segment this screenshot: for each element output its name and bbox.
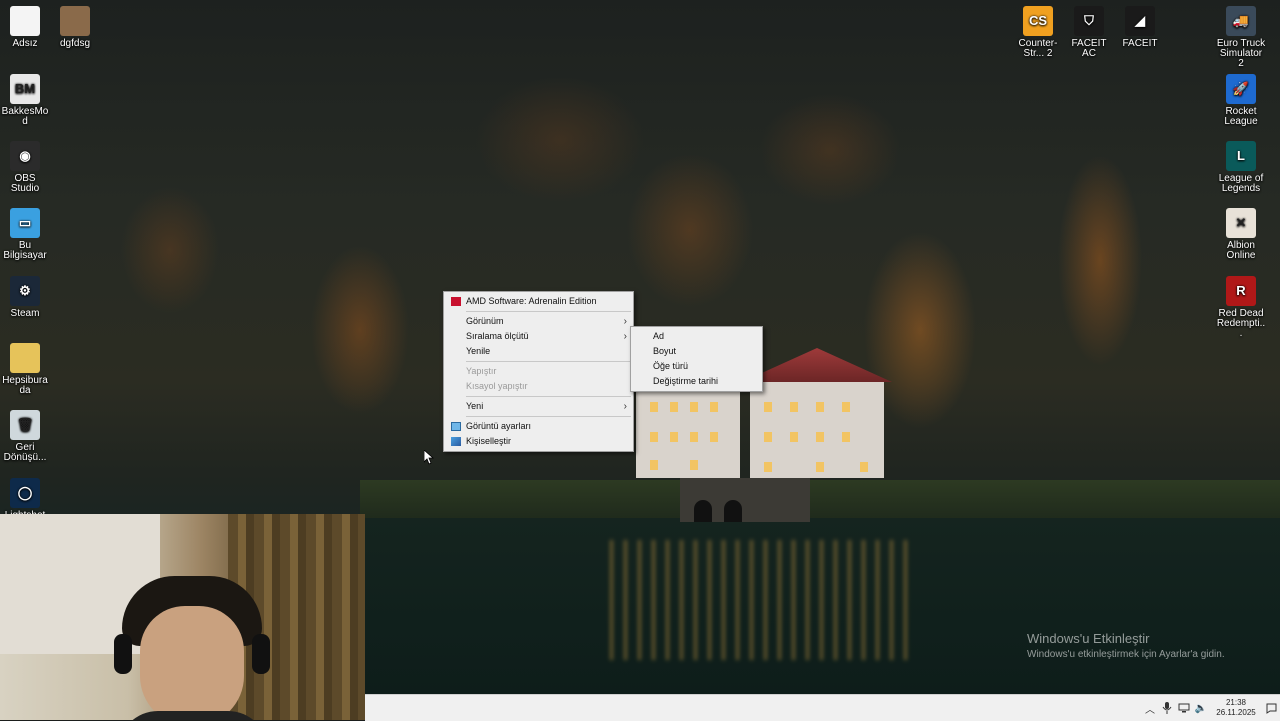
desktop-icon-faceit[interactable]: ◢ FACEIT (1115, 6, 1165, 49)
menu-item-paste[interactable]: Yapıştır (444, 364, 633, 379)
clock-time: 21:38 (1225, 698, 1247, 707)
obs-icon: ◉ (10, 141, 40, 171)
desktop-icon-albion-online[interactable]: ✕ Albion Online (1216, 208, 1266, 261)
menu-item-display-settings[interactable]: Görüntü ayarları (444, 419, 633, 434)
desktop-icon-label: Hepsiburada (2, 375, 48, 396)
clock-date: 26.11.2025 (1216, 708, 1256, 717)
desktop-icon-steam[interactable]: ⚙ Steam (0, 276, 50, 319)
desktop-icon-red-dead-redempti[interactable]: R Red Dead Redempti... (1216, 276, 1266, 339)
desktop-icon-rocket-league[interactable]: 🚀 Rocket League (1216, 74, 1266, 127)
desktop-icon-label: Steam (10, 308, 40, 319)
desktop-icon-label: Geri Dönüşü... (3, 442, 47, 463)
wallpaper-bridge (680, 478, 810, 522)
microphone-icon[interactable] (1159, 700, 1175, 716)
menu-item-sort-by[interactable]: Sıralama ölçütü › (444, 329, 633, 344)
menu-item-refresh[interactable]: Yenile (444, 344, 633, 359)
desktop-icon-label: Albion Online (1226, 240, 1256, 261)
webcam-person (114, 576, 270, 720)
amd-icon (451, 297, 461, 306)
document-icon (10, 6, 40, 36)
desktop-icon-label: League of Legends (1218, 173, 1264, 194)
app-icon: ◯ (10, 478, 40, 508)
wallpaper-reflection (610, 540, 910, 660)
menu-separator (466, 311, 631, 312)
activation-watermark-title: Windows'u Etkinleştir (1027, 631, 1150, 646)
menu-separator (466, 396, 631, 397)
desktop-icon-geri-d-n[interactable]: 🗑 Geri Dönüşü... (0, 410, 50, 463)
red-dead-icon: R (1226, 276, 1256, 306)
chevron-right-icon: › (623, 331, 627, 342)
bakkesmod-icon: BM (10, 74, 40, 104)
volume-icon[interactable]: 🔈 (1193, 700, 1209, 716)
desktop-icon-label: Rocket League (1224, 106, 1258, 127)
faceit-ac-icon: ⛉ (1074, 6, 1104, 36)
desktop-icon-label: Euro Truck Simulator 2 (1216, 38, 1266, 69)
menu-item-new[interactable]: Yeni › (444, 399, 633, 414)
submenu-item-size[interactable]: Boyut (631, 344, 762, 359)
sort-by-submenu: Ad Boyut Öğe türü Değiştirme tarihi (630, 326, 763, 392)
menu-item-paste-shortcut[interactable]: Kısayol yapıştır (444, 379, 633, 394)
desktop-context-menu: AMD Software: Adrenalin Edition Görünüm … (443, 291, 634, 452)
mouse-cursor-icon (424, 450, 434, 465)
notification-center-icon[interactable] (1262, 695, 1280, 721)
taskbar: ︿ 🔈 21:38 26.11.2025 (365, 694, 1280, 721)
activation-watermark-subtitle: Windows'u etkinleştirmek için Ayarlar'a … (1027, 649, 1225, 660)
desktop-icon-label: OBS Studio (10, 173, 40, 194)
menu-separator (466, 361, 631, 362)
system-tray: ︿ 🔈 21:38 26.11.2025 (1142, 695, 1280, 721)
recycle-bin-icon: 🗑 (10, 410, 40, 440)
desktop-icon-label: BakkesMod (1, 106, 49, 127)
submenu-item-name[interactable]: Ad (631, 329, 762, 344)
steam-icon: ⚙ (10, 276, 40, 306)
euro-truck-icon: 🚚 (1226, 6, 1256, 36)
chevron-right-icon: › (623, 316, 627, 327)
desktop-icon-ads-z[interactable]: Adsız (0, 6, 50, 49)
menu-separator (466, 416, 631, 417)
league-of-legends-icon: L (1226, 141, 1256, 171)
desktop-icon-label: Counter-Str... 2 (1018, 38, 1058, 59)
desktop-icon-counter-str-2[interactable]: CS Counter-Str... 2 (1013, 6, 1063, 59)
chevron-right-icon: › (623, 401, 627, 412)
desktop-icon-faceit-ac[interactable]: ⛉ FACEIT AC (1064, 6, 1114, 59)
display-icon (451, 422, 461, 431)
rocket-league-icon: 🚀 (1226, 74, 1256, 104)
personalize-icon (451, 437, 461, 446)
wallpaper-shore (360, 480, 1280, 520)
webcam-overlay (0, 514, 365, 720)
desktop-icon-label: Bu Bilgisayar (3, 240, 47, 261)
desktop-icon-bakkesmod[interactable]: BM BakkesMod (0, 74, 50, 127)
desktop-icon-label: Red Dead Redempti... (1216, 308, 1266, 339)
faceit-icon: ◢ (1125, 6, 1155, 36)
wallpaper-house-right (742, 348, 892, 478)
network-icon[interactable] (1176, 700, 1192, 716)
counter-strike-icon: CS (1023, 6, 1053, 36)
desktop-icon-label: dgfdsg (59, 38, 91, 49)
albion-online-icon: ✕ (1226, 208, 1256, 238)
menu-item-amd-software[interactable]: AMD Software: Adrenalin Edition (444, 294, 633, 309)
desktop-icon-label: Adsız (12, 38, 38, 49)
folder-icon (10, 343, 40, 373)
desktop-icon-hepsiburada[interactable]: Hepsiburada (0, 343, 50, 396)
desktop-icon-bu-bilgisayar[interactable]: ▭ Bu Bilgisayar (0, 208, 50, 261)
chevron-up-icon[interactable]: ︿ (1142, 700, 1158, 716)
desktop-icon-league-of-legends[interactable]: L League of Legends (1216, 141, 1266, 194)
desktop-icon-euro-truck-simulator-2[interactable]: 🚚 Euro Truck Simulator 2 (1216, 6, 1266, 69)
desktop-icon-label: FACEIT (1122, 38, 1158, 49)
computer-icon: ▭ (10, 208, 40, 238)
menu-item-personalize[interactable]: Kişiselleştir (444, 434, 633, 449)
desktop-icon-obs-studio[interactable]: ◉ OBS Studio (0, 141, 50, 194)
image-file-icon (60, 6, 90, 36)
desktop-icon-label: FACEIT AC (1071, 38, 1107, 59)
submenu-item-type[interactable]: Öğe türü (631, 359, 762, 374)
menu-item-view[interactable]: Görünüm › (444, 314, 633, 329)
taskbar-clock[interactable]: 21:38 26.11.2025 (1214, 698, 1258, 718)
desktop-icon-dgfdsg[interactable]: dgfdsg (50, 6, 100, 49)
submenu-item-date-modified[interactable]: Değiştirme tarihi (631, 374, 762, 389)
